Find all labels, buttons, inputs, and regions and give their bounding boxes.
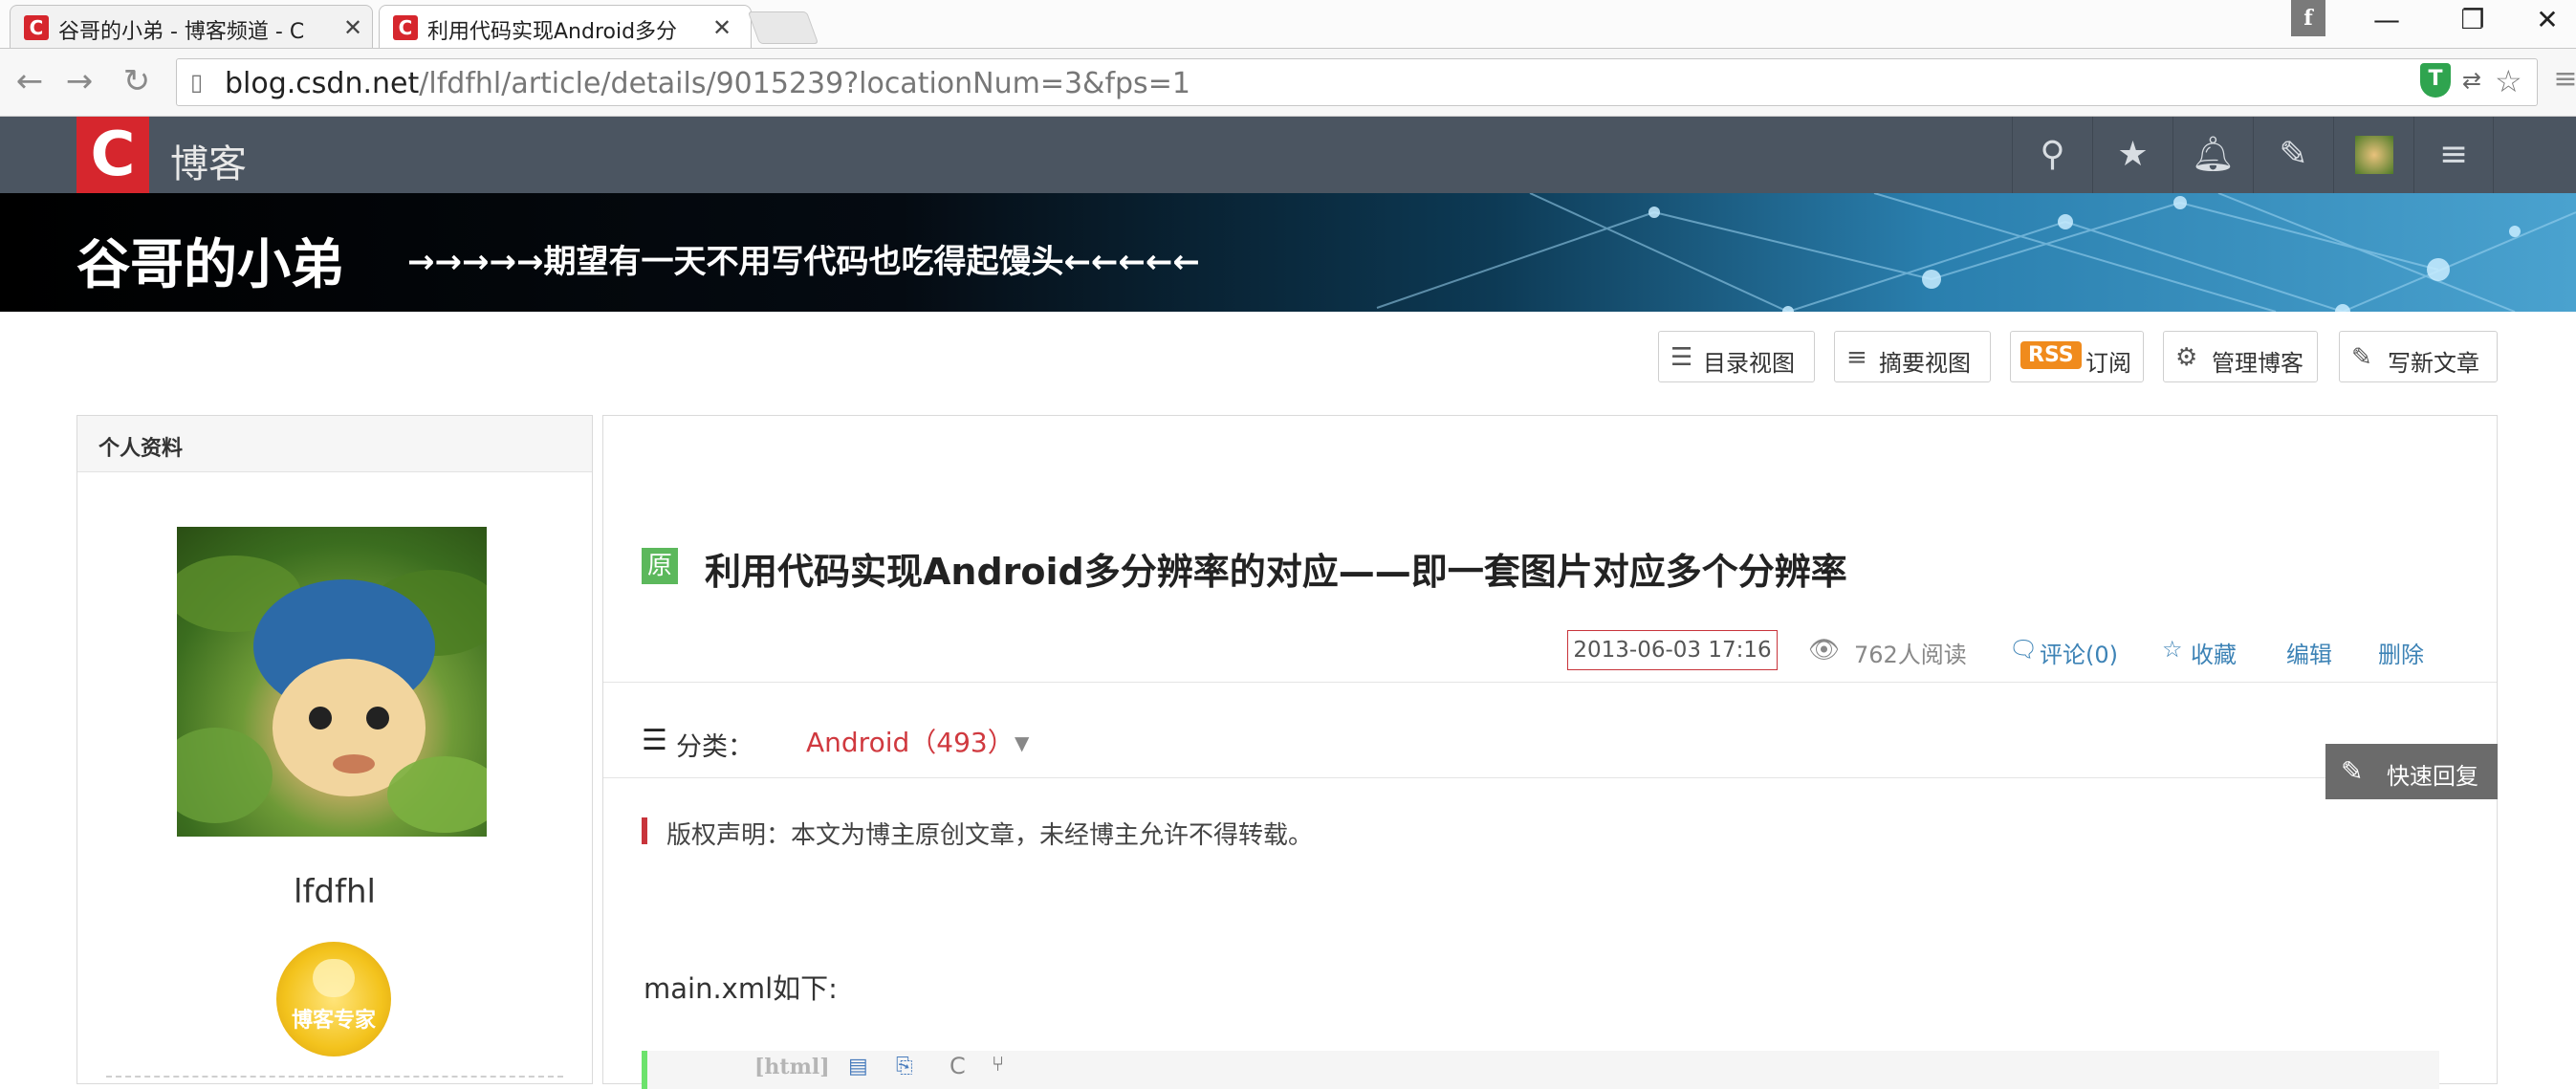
catalog-view-button[interactable]: ☰ 目录视图 [1658, 331, 1815, 382]
minimize-button[interactable]: — [2358, 4, 2415, 35]
close-tab-icon[interactable]: ✕ [343, 14, 362, 41]
url-path: /lfdfhl/article/details/9015239?location… [419, 67, 1190, 100]
original-badge: 原 [642, 548, 678, 584]
shield-icon[interactable]: T [2420, 63, 2451, 98]
category-label: 分类： [676, 732, 753, 762]
favorite-star-icon[interactable]: ☆ [2162, 636, 2183, 663]
quick-reply-button[interactable]: ✎ 快速回复 [2325, 744, 2498, 799]
button-label: 目录视图 [1703, 350, 1795, 377]
button-label: 订阅 [2085, 350, 2131, 377]
new-tab-button[interactable] [747, 11, 819, 44]
summary-view-button[interactable]: ≡ 摘要视图 [1834, 331, 1991, 382]
close-tab-icon[interactable]: ✕ [712, 14, 731, 41]
reload-icon[interactable]: ↻ [115, 62, 159, 100]
divider [106, 1076, 563, 1078]
blog-subtitle: →→→→→期望有一天不用写代码也吃得起馒头←←←←← [407, 243, 1200, 281]
search-icon[interactable]: ⚲ [2012, 117, 2092, 193]
summary-icon: ≡ [1846, 343, 1867, 372]
address-bar[interactable]: ▯ blog.csdn.net/lfdfhl/article/details/9… [176, 58, 2538, 106]
publish-date: 2013-06-03 17:16 [1567, 630, 1778, 670]
close-window-button[interactable]: ✕ [2519, 4, 2576, 35]
article-container: 原 利用代码实现Android多分辨率的对应——即一套图片对应多个分辨率 201… [602, 415, 2498, 1089]
code-language: [html] [754, 1055, 830, 1079]
url-host: blog.csdn.net [225, 67, 420, 100]
feather-icon [313, 959, 355, 997]
delete-link[interactable]: 删除 [2378, 636, 2424, 669]
browser-tab-2[interactable]: C 利用代码实现Android多分 ✕ [379, 5, 752, 48]
browser-toolbar: ← → ↻ ▯ blog.csdn.net/lfdfhl/article/det… [0, 49, 2576, 117]
blog-title[interactable]: 谷哥的小弟 [76, 222, 344, 299]
avatar-icon[interactable] [2333, 117, 2413, 193]
browser-tab-1[interactable]: C 谷哥的小弟 - 博客频道 - C ✕ [10, 5, 373, 48]
rss-icon: RSS [2020, 341, 2082, 369]
profile-sidebar: 个人资料 lfdfhl 博客专家 [76, 415, 593, 1084]
quick-reply-label: 快速回复 [2387, 763, 2478, 790]
bookmark-star-icon[interactable]: ☆ [2495, 63, 2522, 99]
csdn-code-icon[interactable]: C [950, 1053, 966, 1079]
copy-icon[interactable]: ⎘ [896, 1055, 913, 1078]
site-toolbar: C 博客 ⚲ ★ 🔔︎ ✎ ≡ [0, 117, 2576, 193]
tab-title: 利用代码实现Android多分 [427, 20, 678, 44]
network-decoration [1376, 193, 2576, 312]
page-icon: ▯ [190, 69, 204, 96]
bell-icon[interactable]: 🔔︎ [2172, 117, 2253, 193]
avatar[interactable] [177, 527, 487, 837]
view-plain-icon[interactable]: ▤ [848, 1055, 868, 1078]
pencil-icon: ✎ [2341, 755, 2364, 787]
favorite-link[interactable]: 收藏 [2191, 636, 2237, 669]
star-icon[interactable]: ★ [2092, 117, 2172, 193]
avatar-image [177, 555, 487, 833]
copyright-marker [642, 817, 647, 844]
category-list-icon: ☰ [642, 724, 667, 757]
fork-icon[interactable]: ⑂ [992, 1053, 1004, 1077]
gear-icon: ⚙ [2175, 343, 2198, 372]
code-block: [html] ▤ ⎘ C ⑂ [642, 1051, 2439, 1089]
menu-icon[interactable]: ≡ [2413, 117, 2494, 193]
badge-label: 博客专家 [291, 1009, 376, 1033]
translate-icon[interactable]: ⇄ [2462, 67, 2481, 94]
tab-title: 谷哥的小弟 - 博客频道 - C [58, 20, 305, 44]
blog-banner: 谷哥的小弟 →→→→→期望有一天不用写代码也吃得起馒头←←←←← [0, 193, 2576, 312]
divider [603, 682, 2497, 683]
write-icon: ✎ [2351, 343, 2372, 372]
comments-link[interactable]: 评论(0) [2040, 636, 2118, 669]
maximize-button[interactable]: ❐ [2444, 4, 2501, 35]
write-article-button[interactable]: ✎ 写新文章 [2339, 331, 2498, 382]
button-label: 摘要视图 [1879, 350, 1971, 377]
caret-down-icon[interactable]: ▼ [1015, 731, 1029, 754]
eye-icon: 👁︎ [1808, 636, 1841, 664]
manage-blog-button[interactable]: ⚙ 管理博客 [2163, 331, 2318, 382]
button-label: 写新文章 [2388, 350, 2479, 377]
sidebar-title: 个人资料 [98, 437, 184, 461]
csdn-logo[interactable]: C [76, 117, 149, 193]
article-title[interactable]: 利用代码实现Android多分辨率的对应——即一套图片对应多个分辨率 [705, 542, 1847, 595]
edit-link[interactable]: 编辑 [2286, 636, 2332, 669]
back-icon[interactable]: ← [8, 62, 52, 100]
csdn-favicon-icon: C [393, 15, 418, 40]
article-body-text: main.xml如下: [644, 972, 838, 1005]
rss-subscribe-button[interactable]: RSS 订阅 [2010, 331, 2144, 382]
copyright-notice: 版权声明：本文为博主原创文章，未经博主允许不得转载。 [666, 821, 1314, 850]
button-label: 管理博客 [2212, 350, 2303, 377]
blog-label[interactable]: 博客 [170, 133, 247, 188]
forward-icon[interactable]: → [57, 62, 101, 100]
category-link[interactable]: Android（493） [806, 722, 1015, 760]
csdn-favicon-icon: C [24, 15, 49, 40]
profile-icon[interactable]: f [2291, 0, 2325, 36]
browser-tab-bar: C 谷哥的小弟 - 博客频道 - C ✕ C 利用代码实现Android多分 ✕… [0, 0, 2576, 49]
username[interactable]: lfdfhl [77, 873, 592, 911]
edit-icon[interactable]: ✎ [2253, 117, 2333, 193]
sidebar-header: 个人资料 [77, 416, 592, 472]
comment-icon[interactable]: 🗨︎ [2009, 636, 2038, 663]
list-icon: ☰ [1670, 343, 1693, 372]
read-count: 762人阅读 [1854, 642, 1967, 668]
divider [603, 777, 2497, 778]
chrome-menu-icon[interactable]: ≡ [2543, 62, 2576, 96]
blog-expert-badge: 博客专家 [276, 942, 391, 1056]
